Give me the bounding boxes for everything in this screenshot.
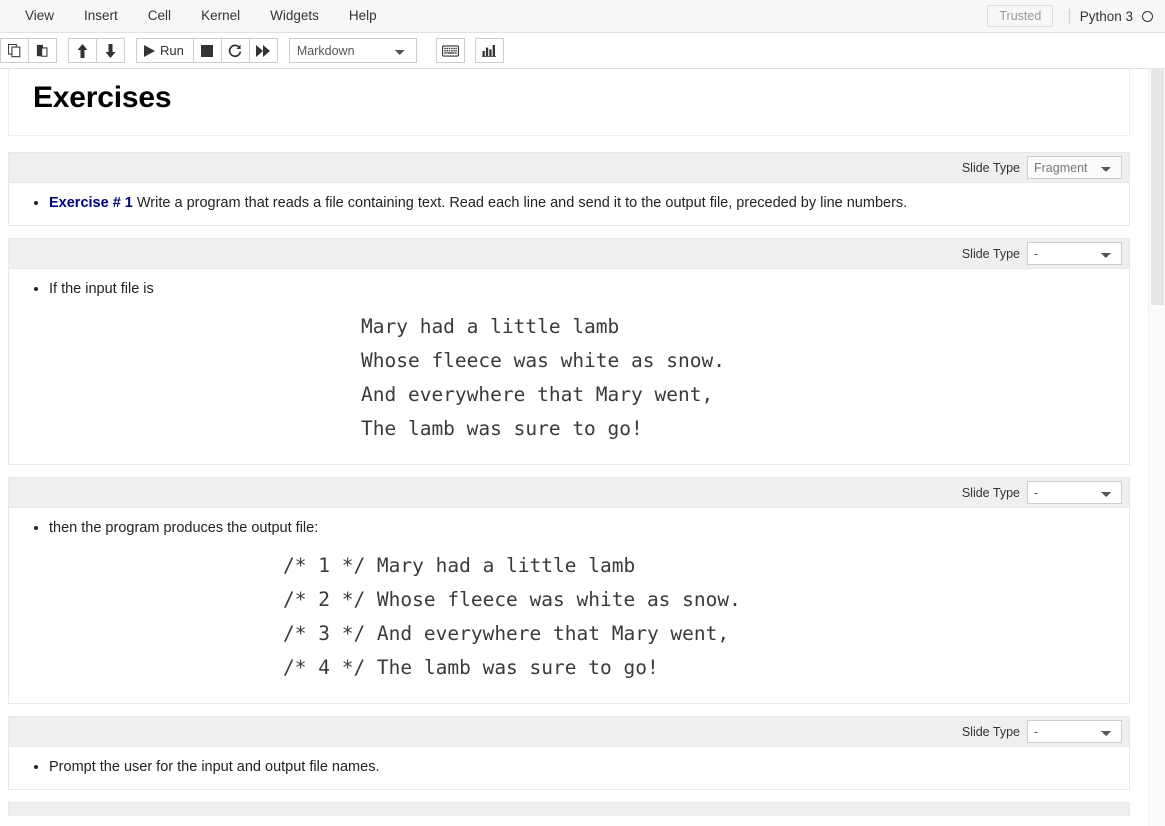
rise-slideshow-button[interactable] (474, 38, 504, 63)
list-item: If the input file is (49, 279, 1113, 299)
menubar-divider: | (1067, 6, 1072, 25)
arrow-down-icon (104, 43, 117, 58)
menu-item-insert[interactable]: Insert (69, 3, 133, 29)
list-item: Exercise # 1 Write a program that reads … (49, 193, 1113, 213)
list-item: Prompt the user for the input and output… (49, 757, 1113, 777)
markdown-bullet-list: then the program produces the output fil… (25, 518, 1113, 538)
toolbar: Run Markdown (0, 33, 1165, 69)
menu-item-list: View Insert Cell Kernel Widgets Help (0, 3, 392, 29)
slide-type-label: Slide Type (961, 160, 1020, 175)
page-title: Exercises (33, 81, 172, 114)
stop-square-icon (201, 44, 214, 57)
move-button-group (68, 38, 125, 63)
menu-item-cell[interactable]: Cell (133, 3, 186, 29)
run-button[interactable]: Run (136, 38, 194, 63)
copy-icon (7, 43, 22, 58)
exercise-description-text: Write a program that reads a file contai… (132, 195, 908, 211)
notebook-cell-partial-next[interactable] (8, 802, 1130, 816)
kernel-idle-indicator-icon (1142, 10, 1153, 22)
slide-type-select[interactable]: - (1027, 720, 1122, 743)
cell-body: Prompt the user for the input and output… (9, 747, 1129, 789)
interrupt-kernel-button[interactable] (192, 38, 222, 63)
list-item: then the program produces the output fil… (49, 518, 1113, 538)
arrow-up-icon (76, 43, 89, 58)
notebook-cell-exercise-1[interactable]: Slide Type Fragment Exercise # 1 Write a… (8, 152, 1130, 226)
exercise-number-label: Exercise # 1 (49, 195, 133, 211)
notebook-area: Exercises Slide Type Fragment Exercise #… (0, 69, 1165, 826)
notebook-cell-output-file[interactable]: Slide Type - then the program produces t… (8, 477, 1130, 704)
markdown-bullet-list: Exercise # 1 Write a program that reads … (25, 193, 1113, 213)
slide-type-label: Slide Type (961, 724, 1020, 739)
restart-kernel-button[interactable] (220, 38, 250, 63)
menu-item-view[interactable]: View (10, 3, 69, 29)
cell-header: Slide Type Fragment (9, 153, 1129, 183)
menu-item-widgets[interactable]: Widgets (255, 3, 334, 29)
clipboard-button-group (0, 38, 57, 63)
run-control-group: Run (136, 38, 278, 63)
move-cell-up-button[interactable] (68, 38, 97, 63)
menu-item-help[interactable]: Help (334, 3, 392, 29)
move-cell-down-button[interactable] (96, 38, 125, 63)
restart-and-run-all-button[interactable] (248, 38, 278, 63)
cell-type-select[interactable]: Markdown (288, 38, 417, 63)
cell-body: If the input file is Mary had a little l… (9, 269, 1129, 464)
cell-header: Slide Type - (9, 717, 1129, 747)
bar-chart-icon (481, 44, 497, 57)
notebook-cell-prompt-user[interactable]: Slide Type - Prompt the user for the inp… (8, 716, 1130, 790)
keyboard-icon (441, 44, 459, 57)
slide-type-select[interactable]: Fragment (1027, 156, 1122, 179)
markdown-bullet-list: Prompt the user for the input and output… (25, 757, 1113, 777)
slide-type-label: Slide Type (961, 485, 1020, 500)
fast-forward-icon (255, 44, 271, 57)
notebook-cell-container: Exercises Slide Type Fragment Exercise #… (0, 69, 1138, 816)
paste-icon (36, 44, 50, 58)
output-file-code-block: /* 1 */ Mary had a little lamb /* 2 */ W… (283, 554, 741, 679)
notebook-cell-title[interactable]: Exercises (8, 69, 1130, 136)
play-triangle-icon (144, 44, 155, 57)
menubar-right-group: Trusted | Python 3 (987, 5, 1159, 27)
cell-body: Exercise # 1 Write a program that reads … (9, 183, 1129, 225)
notebook-cell-input-file[interactable]: Slide Type - If the input file is Mary h… (8, 238, 1130, 465)
kernel-name-label: Python 3 (1079, 8, 1133, 24)
cell-header: Slide Type - (9, 239, 1129, 269)
scrollbar-thumb[interactable] (1151, 69, 1164, 305)
menu-bar: View Insert Cell Kernel Widgets Help Tru… (0, 0, 1165, 33)
cell-header: Slide Type - (9, 478, 1129, 508)
vertical-scrollbar[interactable] (1148, 69, 1165, 826)
markdown-bullet-list: If the input file is (25, 279, 1113, 299)
cell-body: Exercises (9, 69, 1129, 135)
slide-type-label: Slide Type (961, 246, 1020, 261)
copy-button[interactable] (0, 38, 29, 63)
cell-body: then the program produces the output fil… (9, 508, 1129, 703)
trusted-badge[interactable]: Trusted (987, 5, 1054, 27)
open-command-palette-button[interactable] (435, 38, 465, 63)
run-button-label: Run (160, 43, 184, 58)
slide-type-select[interactable]: - (1027, 242, 1122, 265)
menu-item-kernel[interactable]: Kernel (186, 3, 255, 29)
slide-type-select[interactable]: - (1027, 481, 1122, 504)
restart-circular-arrow-icon (228, 44, 242, 58)
input-file-code-block: Mary had a little lamb Whose fleece was … (361, 315, 725, 440)
paste-button[interactable] (28, 38, 57, 63)
